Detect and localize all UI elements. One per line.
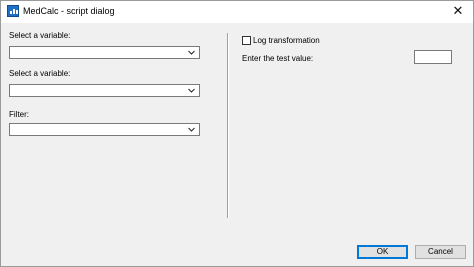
dialog-content: Select a variable: Select a variable: Fi… bbox=[1, 23, 473, 266]
filter-label: Filter: bbox=[9, 110, 29, 119]
log-transformation-label[interactable]: Log transformation bbox=[253, 36, 320, 45]
filter-select[interactable] bbox=[9, 123, 200, 136]
cancel-button[interactable]: Cancel bbox=[415, 245, 466, 259]
variable2-select[interactable] bbox=[9, 84, 200, 97]
chevron-down-icon bbox=[188, 88, 195, 93]
variable1-select[interactable] bbox=[9, 46, 200, 59]
medcalc-app-icon bbox=[7, 5, 19, 17]
variable1-label: Select a variable: bbox=[9, 31, 71, 40]
window-title: MedCalc - script dialog bbox=[23, 6, 115, 16]
log-transformation-checkbox[interactable] bbox=[242, 36, 251, 45]
chevron-down-icon bbox=[188, 50, 195, 55]
close-icon[interactable]: ✕ bbox=[443, 1, 473, 23]
test-value-label: Enter the test value: bbox=[242, 54, 314, 63]
chevron-down-icon bbox=[188, 127, 195, 132]
test-value-input[interactable] bbox=[414, 50, 452, 64]
title-bar: MedCalc - script dialog ✕ bbox=[1, 1, 473, 23]
panel-divider bbox=[227, 33, 228, 218]
variable2-label: Select a variable: bbox=[9, 69, 71, 78]
ok-button[interactable]: OK bbox=[357, 245, 408, 259]
script-dialog-window: MedCalc - script dialog ✕ Select a varia… bbox=[0, 0, 474, 267]
